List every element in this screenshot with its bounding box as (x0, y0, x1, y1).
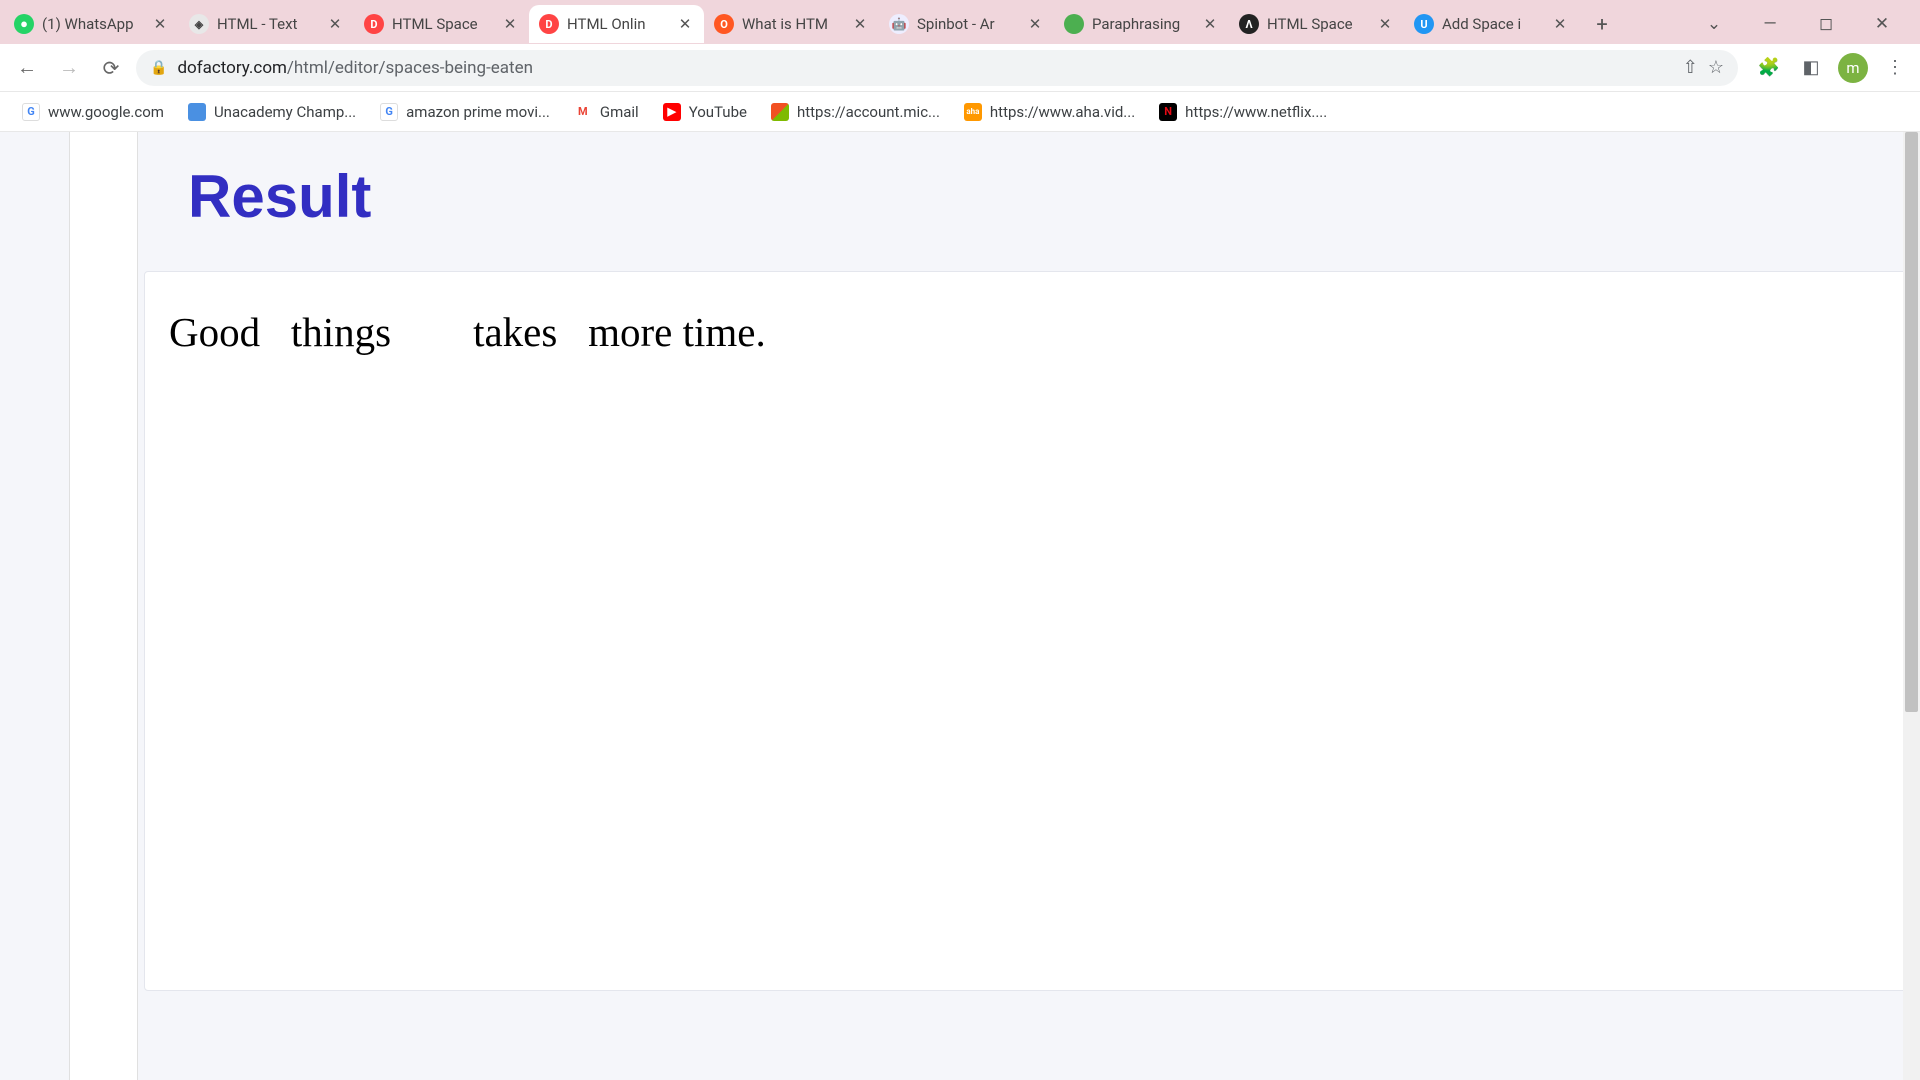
bookmark-microsoft[interactable]: https://account.mic... (761, 99, 950, 125)
left-gutter (0, 132, 70, 1080)
address-bar[interactable]: 🔒 dofactory.com/html/editor/spaces-being… (136, 50, 1738, 86)
bookmark-label: Unacademy Champ... (214, 103, 356, 121)
spinbot-icon: 🤖 (889, 14, 909, 34)
close-icon[interactable]: ✕ (851, 15, 869, 33)
side-panel-icon[interactable]: ◧ (1796, 53, 1826, 83)
youtube-icon: ▶ (663, 103, 681, 121)
bookmark-label: Gmail (600, 103, 639, 121)
minimize-button[interactable]: — (1752, 9, 1788, 39)
back-button[interactable]: ← (10, 51, 44, 85)
bookmark-aha[interactable]: aha https://www.aha.vid... (954, 99, 1145, 125)
maximize-button[interactable]: ◻ (1808, 9, 1844, 39)
result-header: Result (138, 132, 1920, 271)
window-controls: ⌄ — ◻ ✕ (1696, 9, 1916, 39)
tab-html-text[interactable]: ◈ HTML - Text ✕ (179, 5, 354, 43)
share-icon[interactable]: ⇧ (1683, 57, 1698, 78)
tab-add-space[interactable]: U Add Space i ✕ (1404, 5, 1579, 43)
result-title: Result (188, 162, 1870, 231)
extensions-icon[interactable]: 🧩 (1754, 53, 1784, 83)
site-icon: U (1414, 14, 1434, 34)
bookmark-label: YouTube (689, 103, 747, 121)
bookmark-label: amazon prime movi... (406, 103, 550, 121)
bookmark-label: https://www.netflix.... (1185, 103, 1327, 121)
microsoft-icon (771, 103, 789, 121)
main-panel: Result Good things takes more time. (138, 132, 1920, 1080)
google-icon: G (22, 103, 40, 121)
bookmark-netflix[interactable]: N https://www.netflix.... (1149, 99, 1337, 125)
tab-what-is-html[interactable]: O What is HTM ✕ (704, 5, 879, 43)
tab-title: HTML Space (392, 15, 497, 33)
browser-toolbar: ← → ⟳ 🔒 dofactory.com/html/editor/spaces… (0, 44, 1920, 92)
menu-icon[interactable]: ⋮ (1880, 53, 1910, 83)
tab-whatsapp[interactable]: ● (1) WhatsApp ✕ (4, 5, 179, 43)
dofactory-icon: D (364, 14, 384, 34)
tab-title: Spinbot - Ar (917, 15, 1022, 33)
dofactory-icon: D (539, 14, 559, 34)
bookmark-label: https://account.mic... (797, 103, 940, 121)
tab-spinbot[interactable]: 🤖 Spinbot - Ar ✕ (879, 5, 1054, 43)
netflix-icon: N (1159, 103, 1177, 121)
tab-title: HTML Onlin (567, 15, 672, 33)
close-icon[interactable]: ✕ (326, 15, 344, 33)
chevron-down-icon[interactable]: ⌄ (1696, 9, 1732, 39)
bookmark-label: https://www.aha.vid... (990, 103, 1135, 121)
google-icon: G (380, 103, 398, 121)
tab-title: Paraphrasing (1092, 15, 1197, 33)
new-tab-button[interactable]: + (1585, 7, 1619, 41)
bookmark-youtube[interactable]: ▶ YouTube (653, 99, 757, 125)
tab-title: HTML Space (1267, 15, 1372, 33)
toolbar-icons: 🧩 ◧ m ⋮ (1746, 53, 1910, 83)
bookmark-label: www.google.com (48, 103, 164, 121)
bookmark-star-icon[interactable]: ☆ (1708, 57, 1724, 78)
tab-title: (1) WhatsApp (42, 15, 147, 33)
vertical-scrollbar[interactable] (1903, 132, 1920, 1080)
close-icon[interactable]: ✕ (1201, 15, 1219, 33)
profile-avatar[interactable]: m (1838, 53, 1868, 83)
result-output-box: Good things takes more time. (144, 271, 1914, 991)
tab-title: HTML - Text (217, 15, 322, 33)
tab-paraphrasing[interactable]: Paraphrasing ✕ (1054, 5, 1229, 43)
opera-icon: O (714, 14, 734, 34)
site-icon: ◈ (189, 14, 209, 34)
close-icon[interactable]: ✕ (1551, 15, 1569, 33)
site-icon: Λ (1239, 14, 1259, 34)
tab-html-online[interactable]: D HTML Onlin ✕ (529, 5, 704, 43)
bookmark-gmail[interactable]: M Gmail (564, 99, 649, 125)
browser-tab-bar: ● (1) WhatsApp ✕ ◈ HTML - Text ✕ D HTML … (0, 0, 1920, 44)
tab-html-space[interactable]: D HTML Space ✕ (354, 5, 529, 43)
scroll-thumb[interactable] (1905, 132, 1918, 712)
bookmark-unacademy[interactable]: Unacademy Champ... (178, 99, 366, 125)
close-icon[interactable]: ✕ (151, 15, 169, 33)
lock-icon: 🔒 (150, 60, 167, 76)
close-icon[interactable]: ✕ (1376, 15, 1394, 33)
gmail-icon: M (574, 103, 592, 121)
aha-icon: aha (964, 103, 982, 121)
forward-button[interactable]: → (52, 51, 86, 85)
paraphrasing-icon (1064, 14, 1084, 34)
reload-button[interactable]: ⟳ (94, 51, 128, 85)
bookmark-amazon-prime[interactable]: G amazon prime movi... (370, 99, 560, 125)
close-icon[interactable]: ✕ (1026, 15, 1044, 33)
close-icon[interactable]: ✕ (676, 15, 694, 33)
close-icon[interactable]: ✕ (501, 15, 519, 33)
tab-html-space-2[interactable]: Λ HTML Space ✕ (1229, 5, 1404, 43)
close-window-button[interactable]: ✕ (1864, 9, 1900, 39)
bookmark-google[interactable]: G www.google.com (12, 99, 174, 125)
bookmarks-bar: G www.google.com Unacademy Champ... G am… (0, 92, 1920, 132)
left-panel-strip (70, 132, 138, 1080)
result-text: Good things takes more time. (169, 308, 1889, 356)
whatsapp-icon: ● (14, 14, 34, 34)
page-content: Result Good things takes more time. (0, 132, 1920, 1080)
tab-title: Add Space i (1442, 15, 1547, 33)
tab-title: What is HTM (742, 15, 847, 33)
unacademy-icon (188, 103, 206, 121)
url-text: dofactory.com/html/editor/spaces-being-e… (177, 58, 1672, 78)
